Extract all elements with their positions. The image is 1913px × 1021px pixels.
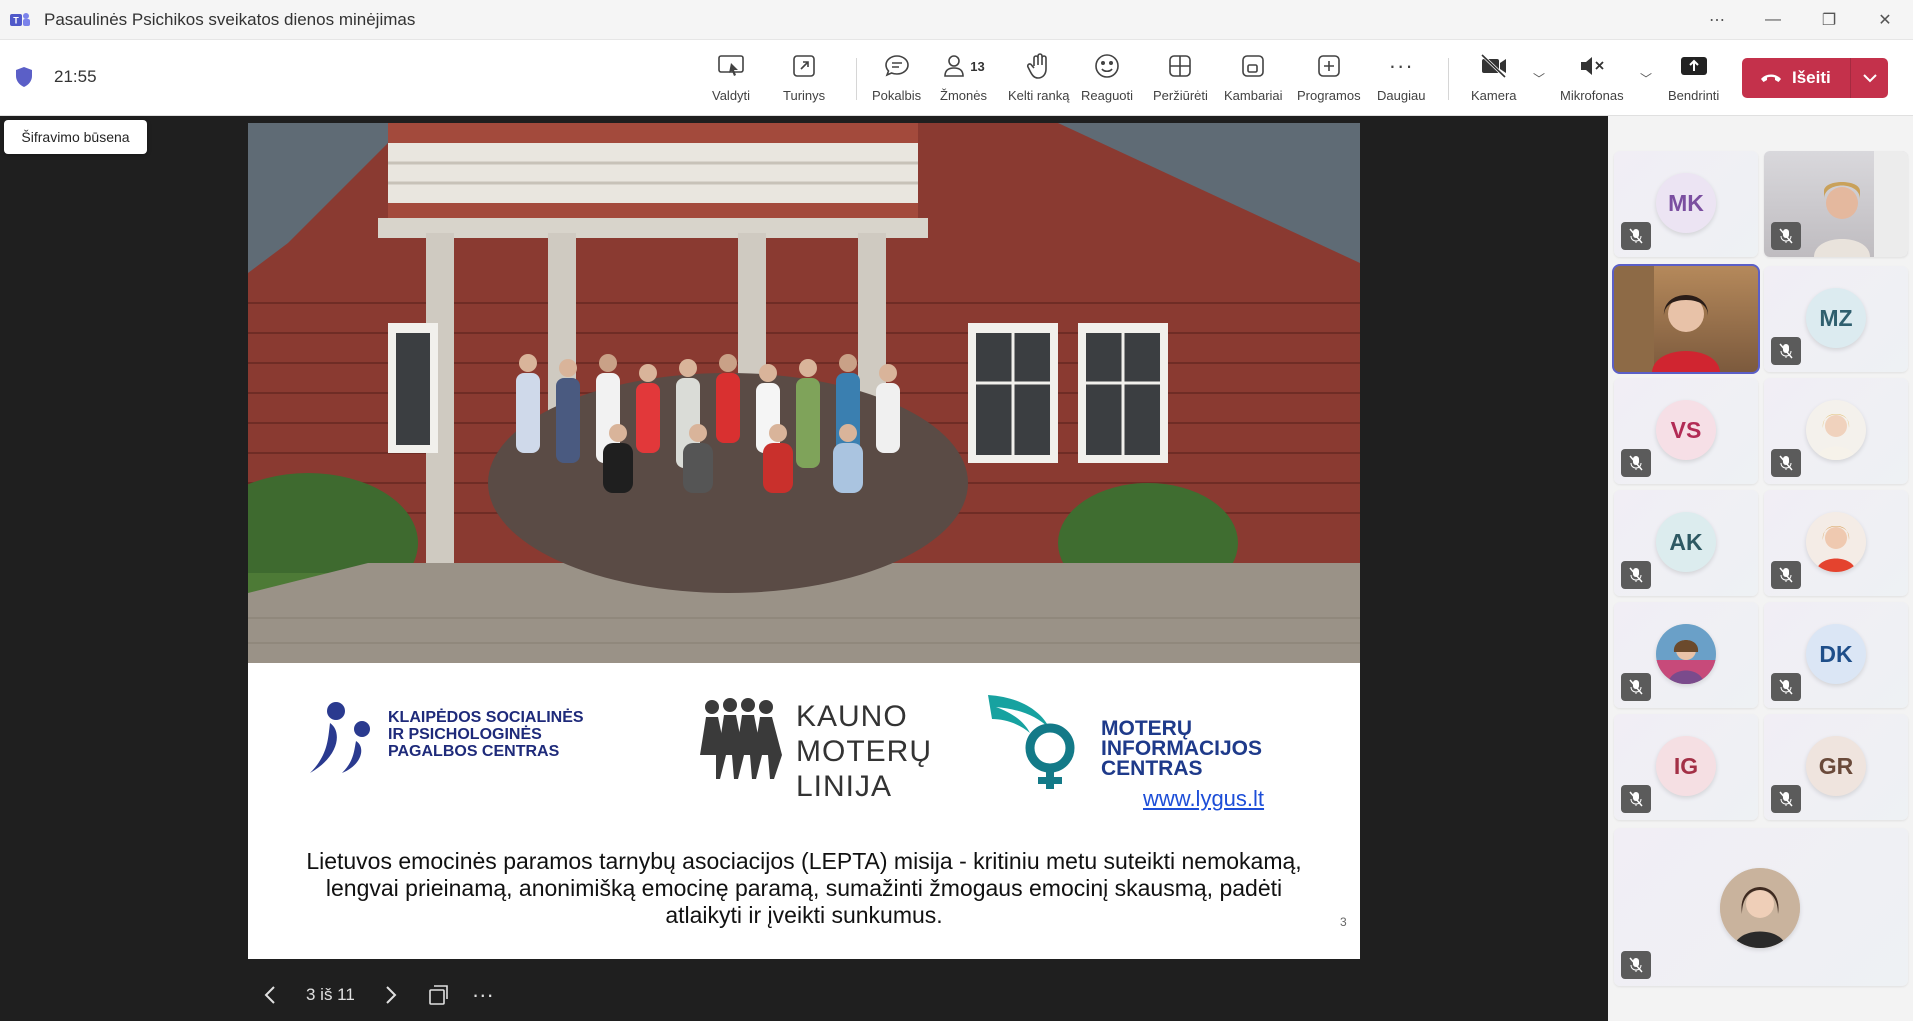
- participant-tile[interactable]: [1764, 378, 1908, 484]
- chat-icon: [883, 48, 911, 84]
- mic-muted-icon: [1621, 561, 1651, 589]
- popout-icon: [791, 48, 817, 84]
- avatar-photo: [1656, 624, 1716, 684]
- apps-button[interactable]: Programos: [1297, 48, 1361, 112]
- avatar: DK: [1806, 624, 1866, 684]
- mic-muted-icon: [1771, 561, 1801, 589]
- mic-muted-icon: [1621, 951, 1651, 979]
- window-title: Pasaulinės Psichikos sveikatos dienos mi…: [44, 9, 416, 29]
- mic-muted-icon: [1771, 222, 1801, 250]
- avatar-photo: [1806, 512, 1866, 572]
- hand-icon: [1026, 48, 1052, 84]
- encryption-tooltip: Šifravimo būsena: [4, 120, 147, 154]
- view-button[interactable]: Peržiūrėti: [1153, 48, 1208, 112]
- participant-tile[interactable]: AK: [1614, 490, 1758, 596]
- rooms-button[interactable]: Kambariai: [1224, 48, 1283, 112]
- participant-video: [1614, 266, 1758, 372]
- chat-button[interactable]: Pokalbis: [872, 48, 921, 112]
- slide-overview-icon[interactable]: [413, 983, 463, 1007]
- participant-tile-active-speaker[interactable]: [1612, 264, 1760, 374]
- slide-position: 3 iš 11: [306, 985, 355, 1004]
- avatar: GR: [1806, 736, 1866, 796]
- people-count: 13: [970, 58, 985, 74]
- participant-tile[interactable]: MZ: [1764, 266, 1908, 372]
- participant-tile[interactable]: GR: [1764, 714, 1908, 820]
- smile-icon: [1093, 48, 1121, 84]
- participant-tile[interactable]: [1764, 151, 1908, 257]
- shield-icon[interactable]: [14, 66, 34, 88]
- content-button[interactable]: Turinys: [783, 48, 825, 112]
- avatar: MZ: [1806, 288, 1866, 348]
- svg-text:T: T: [13, 15, 19, 25]
- mic-muted-icon: [1621, 785, 1651, 813]
- maximize-button[interactable]: ❐: [1801, 0, 1857, 40]
- react-button[interactable]: Reaguoti: [1081, 48, 1133, 112]
- avatar-photo: [1720, 868, 1800, 948]
- ellipsis-icon: ···: [1388, 53, 1414, 78]
- camera-options-chevron-icon[interactable]: ﹀: [1533, 70, 1545, 87]
- camera-off-icon: [1479, 48, 1509, 84]
- raise-hand-button[interactable]: Kelti ranką: [1008, 48, 1069, 112]
- share-icon: [1679, 48, 1709, 84]
- control-icon: [717, 48, 745, 84]
- title-bar: T Pasaulinės Psichikos sveikatos dienos …: [0, 0, 1913, 40]
- breakout-rooms-icon: [1240, 48, 1266, 84]
- microphone-options-chevron-icon[interactable]: ﹀: [1640, 70, 1652, 87]
- more-button[interactable]: ··· Daugiau: [1377, 48, 1425, 112]
- mic-muted-icon: [1771, 673, 1801, 701]
- mic-muted-icon: [1771, 337, 1801, 365]
- share-button[interactable]: Bendrinti: [1668, 48, 1719, 112]
- meeting-timer: 21:55: [54, 67, 97, 86]
- next-slide-icon[interactable]: [369, 985, 413, 1005]
- leave-button[interactable]: Išeiti: [1742, 58, 1888, 98]
- more-options-icon[interactable]: ⋯: [1689, 0, 1745, 40]
- grid-view-icon: [1167, 48, 1193, 84]
- slide-navigation: 3 iš 11 ···: [248, 975, 503, 1015]
- leave-label: Išeiti: [1792, 68, 1831, 87]
- mic-muted-icon: [1621, 449, 1651, 477]
- control-button[interactable]: Valdyti: [712, 48, 750, 112]
- avatar-photo: [1806, 400, 1866, 460]
- shared-slide: KLAIPĖDOS SOCIALINĖS IR PSICHOLOGINĖS PA…: [248, 123, 1360, 959]
- participant-tile[interactable]: VS: [1614, 378, 1758, 484]
- avatar: VS: [1656, 400, 1716, 460]
- participant-tile[interactable]: [1614, 828, 1908, 986]
- meeting-toolbar: 21:55 Valdyti Turinys Pokalbis 13 Žmonės…: [0, 40, 1913, 116]
- avatar: IG: [1656, 736, 1716, 796]
- avatar: AK: [1656, 512, 1716, 572]
- mic-muted-icon: [1621, 673, 1651, 701]
- participant-tile[interactable]: [1614, 602, 1758, 708]
- people-button[interactable]: 13 Žmonės: [940, 48, 987, 112]
- participant-tile[interactable]: MK: [1614, 151, 1758, 257]
- leave-options-chevron-icon[interactable]: [1851, 73, 1888, 83]
- previous-slide-icon[interactable]: [248, 985, 292, 1005]
- mic-muted-icon: [1621, 222, 1651, 250]
- camera-button[interactable]: Kamera: [1471, 48, 1517, 112]
- avatar: MK: [1656, 173, 1716, 233]
- slide-page-number: 3: [1340, 915, 1347, 929]
- mission-text: Lietuvos emocinės paramos tarnybų asocia…: [306, 848, 1302, 928]
- slide-more-options-icon[interactable]: ···: [463, 982, 503, 1008]
- minimize-button[interactable]: —: [1745, 0, 1801, 40]
- participant-gallery: MK MZ VS AK DK IG GR: [1608, 116, 1913, 1021]
- microphone-button[interactable]: Mikrofonas: [1560, 48, 1624, 112]
- mic-muted-icon: [1771, 449, 1801, 477]
- hang-up-icon: [1761, 74, 1781, 82]
- participant-tile[interactable]: IG: [1614, 714, 1758, 820]
- add-app-icon: [1316, 48, 1342, 84]
- teams-logo-icon: T: [10, 10, 30, 30]
- mic-muted-icon: [1577, 48, 1607, 84]
- close-button[interactable]: ✕: [1857, 0, 1913, 40]
- participant-tile[interactable]: DK: [1764, 602, 1908, 708]
- mic-muted-icon: [1771, 785, 1801, 813]
- people-icon: 13: [942, 48, 985, 84]
- participant-tile[interactable]: [1764, 490, 1908, 596]
